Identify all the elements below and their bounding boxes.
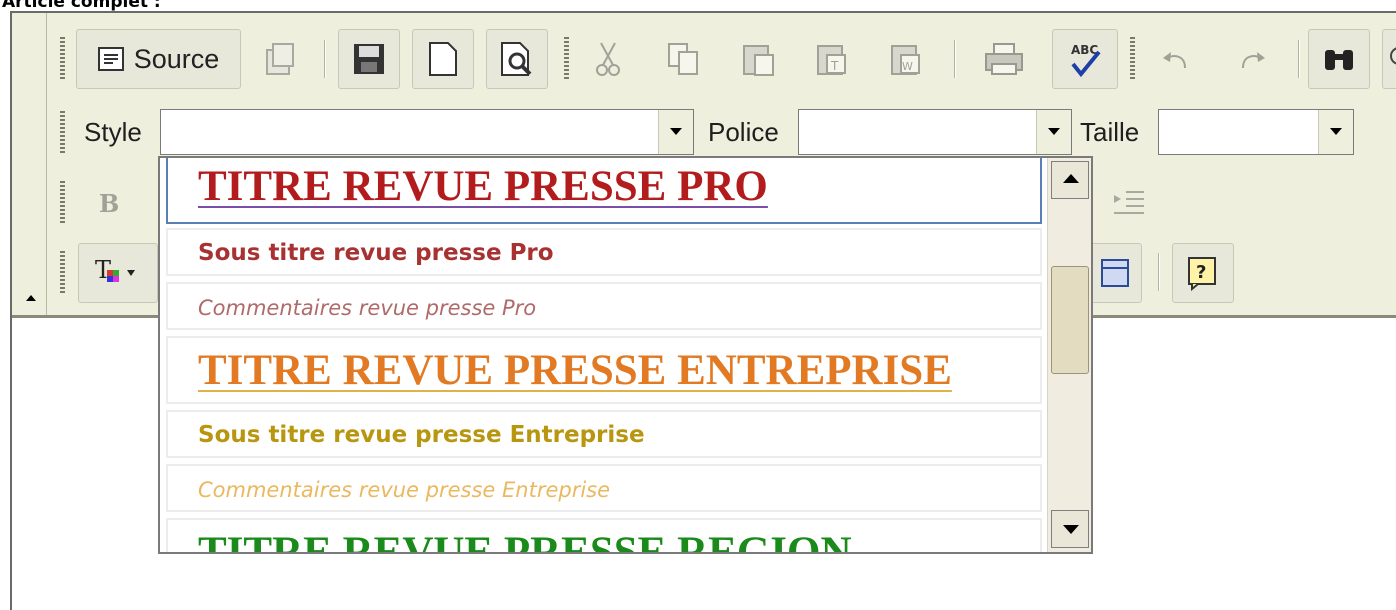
style-option[interactable]: Commentaires revue presse Pro [166,282,1042,330]
chevron-down-icon[interactable] [1318,110,1353,154]
clipboard-icon [741,41,775,77]
help-icon: ? [1186,255,1220,291]
printer-icon [984,42,1024,76]
paste-word-button[interactable]: W [876,29,936,89]
style-option[interactable]: Sous titre revue presse Pro [166,228,1042,276]
help-button[interactable]: ? [1172,243,1234,303]
table-icon [1100,258,1130,288]
toolbar-grip-icon[interactable] [60,251,65,293]
font-label: Police [708,117,779,147]
text-color-button[interactable]: T [78,243,158,303]
svg-text:B: B [99,190,119,216]
indent-button[interactable] [1098,173,1160,233]
svg-text:W: W [902,60,913,73]
copy-button[interactable] [654,29,714,89]
save-button[interactable] [338,29,400,89]
chevron-down-icon[interactable] [1036,110,1071,154]
cut-button[interactable] [578,29,638,89]
new-page-icon [428,41,458,77]
redo-icon [1235,46,1269,72]
size-label: Taille [1080,117,1140,147]
toolbar-separator [954,40,956,78]
scroll-down-icon[interactable] [1051,510,1089,548]
style-option-label: TITRE REVUE PRESSE ENTREPRISE [198,347,952,394]
preview-magnifier-icon [500,41,534,77]
paste-word-icon: W [889,41,923,77]
paste-text-button[interactable]: T [802,29,862,89]
style-label: Style [84,117,142,147]
spellcheck-icon: ABC [1065,40,1105,78]
replace-button[interactable] [1382,29,1396,89]
paste-button[interactable] [728,29,788,89]
spellcheck-button[interactable]: ABC [1052,29,1118,89]
source-label: Source [133,43,220,74]
style-option-label: Commentaires revue presse Pro [198,296,537,320]
toolbar-separator [324,40,326,78]
source-icon [97,47,124,71]
undo-button[interactable] [1144,29,1208,89]
binoculars-icon [1321,44,1357,74]
style-select[interactable] [160,109,694,155]
toolbar-grip-icon[interactable] [60,181,65,223]
style-option-label: TITRE REVUE PRESSE REGION [198,528,852,552]
bold-icon: B [97,190,121,216]
indent-icon [1112,188,1146,218]
style-option[interactable]: Sous titre revue presse Entreprise [166,410,1042,458]
toolbar-grip-icon[interactable] [60,111,65,153]
style-option-label: TITRE REVUE PRESSE PRO [198,163,768,210]
toolbar-separator [1298,40,1300,78]
style-option[interactable]: TITRE REVUE PRESSE ENTREPRISE [166,336,1042,404]
source-button[interactable]: Source [76,29,241,89]
preview-button[interactable] [486,29,548,89]
style-options: TITRE REVUE PRESSE PRO Sous titre revue … [160,158,1047,552]
toolbar-collapse-column [12,13,47,315]
scissors-icon [593,41,623,77]
undo-icon [1159,46,1193,72]
copy-icon [667,42,701,76]
style-option[interactable]: Commentaires revue presse Entreprise [166,464,1042,512]
style-option[interactable]: TITRE REVUE PRESSE REGION [166,518,1042,552]
bold-button[interactable]: B [78,173,140,233]
toolbar-grip-icon[interactable] [60,37,65,79]
scroll-thumb[interactable] [1051,266,1089,374]
style-option-label: Sous titre revue presse Entreprise [198,422,645,448]
dropdown-scrollbar[interactable] [1047,158,1091,552]
redo-button[interactable] [1220,29,1284,89]
size-select[interactable] [1158,109,1354,155]
doc-props-button[interactable] [250,29,310,89]
style-dropdown-list: TITRE REVUE PRESSE PRO Sous titre revue … [158,156,1093,554]
text-color-icon: T [93,256,143,290]
style-option-label: Commentaires revue presse Entreprise [198,478,611,502]
font-select[interactable] [798,109,1072,155]
scroll-up-icon[interactable] [1051,161,1089,199]
style-option-label: Sous titre revue presse Pro [198,240,554,266]
document-properties-icon [263,42,297,76]
table-button[interactable] [1088,243,1142,303]
svg-text:T: T [830,59,839,73]
replace-icon [1385,44,1396,74]
floppy-disk-icon [352,42,386,76]
find-button[interactable] [1308,29,1370,89]
toolbar-grip-icon[interactable] [564,37,569,79]
svg-text:?: ? [1196,262,1206,283]
chevron-down-icon[interactable] [658,110,693,154]
paste-text-icon: T [815,41,849,77]
collapse-toolbar-icon[interactable] [26,295,36,301]
toolbar-grip-icon[interactable] [1130,37,1135,79]
print-button[interactable] [972,29,1036,89]
toolbar-separator [1158,253,1160,291]
style-option[interactable]: TITRE REVUE PRESSE PRO [166,158,1042,224]
new-page-button[interactable] [412,29,474,89]
